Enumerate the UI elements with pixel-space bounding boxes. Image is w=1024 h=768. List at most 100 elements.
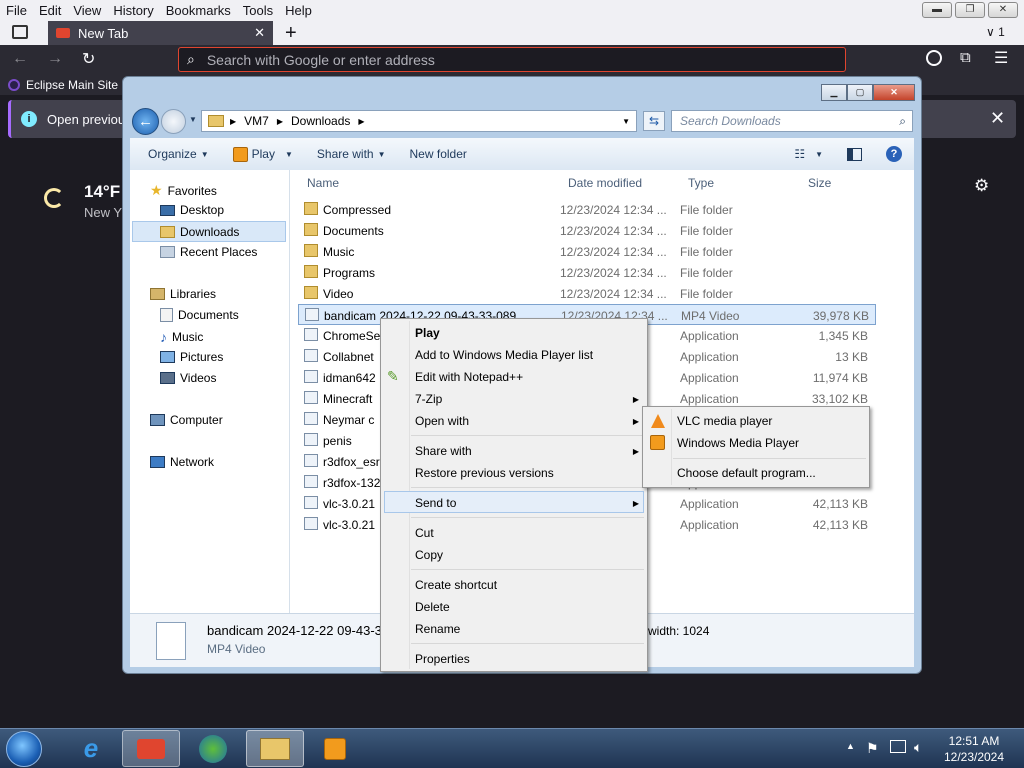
taskbar-explorer[interactable] xyxy=(246,730,304,767)
menu-share-with[interactable]: Share with xyxy=(415,444,472,458)
extensions-icon[interactable]: ⧉ xyxy=(960,49,971,66)
menu-bookmarks[interactable]: Bookmarks xyxy=(160,0,237,21)
menu-separator xyxy=(411,435,644,436)
nav-pictures[interactable]: Pictures xyxy=(160,350,223,364)
new-folder-button[interactable]: New folder xyxy=(398,147,479,161)
table-row[interactable]: Music 12/23/2024 12:34 ... File folder xyxy=(298,241,876,262)
menu-cut[interactable]: Cut xyxy=(415,526,434,540)
cell-name: Documents xyxy=(323,224,384,238)
column-size[interactable]: Size xyxy=(808,176,831,190)
nav-computer[interactable]: Computer xyxy=(150,413,223,427)
preview-pane-button[interactable] xyxy=(835,147,874,161)
tab-new-tab[interactable]: New Tab ✕ xyxy=(48,21,273,45)
tray-expand-icon[interactable]: ▲ xyxy=(846,741,855,751)
account-icon[interactable] xyxy=(926,50,942,66)
forward-arrow-icon[interactable]: → xyxy=(47,50,63,68)
column-date-modified[interactable]: Date modified xyxy=(568,176,642,190)
taskbar-firefox[interactable] xyxy=(122,730,180,767)
nav-favorites[interactable]: ★ Favorites xyxy=(150,182,217,199)
volume-muted-icon[interactable]: 🔈︎ xyxy=(914,739,922,756)
file-icon xyxy=(304,433,318,446)
openwith-choose-default[interactable]: Choose default program... xyxy=(677,466,816,480)
column-name[interactable]: Name xyxy=(307,176,339,190)
minimize-button[interactable]: ▬ xyxy=(922,2,952,18)
taskbar-internet-explorer[interactable]: e xyxy=(62,730,120,767)
tab-list-button[interactable]: ∨ 1 xyxy=(986,25,1005,39)
nav-network[interactable]: Network xyxy=(150,455,214,469)
hamburger-menu-icon[interactable]: ☰ xyxy=(994,48,1008,68)
menu-file[interactable]: File xyxy=(0,0,33,21)
settings-gear-icon[interactable]: ⚙ xyxy=(974,176,989,196)
tab-favicon-icon xyxy=(56,28,70,38)
submenu-arrow-icon: ▶ xyxy=(632,499,639,508)
explorer-forward-button[interactable] xyxy=(161,109,186,134)
reload-icon[interactable]: ↻ xyxy=(82,49,95,69)
start-button[interactable] xyxy=(6,731,42,767)
menu-7zip[interactable]: 7-Zip xyxy=(415,392,442,406)
table-row[interactable]: Programs 12/23/2024 12:34 ... File folder xyxy=(298,262,876,283)
url-bar[interactable]: ⌕ Search with Google or enter address xyxy=(178,47,846,72)
new-tab-plus-icon[interactable]: + xyxy=(285,22,297,45)
tab-close-icon[interactable]: ✕ xyxy=(254,25,265,41)
menu-copy[interactable]: Copy xyxy=(415,548,443,562)
explorer-minimize-button[interactable]: ▁ xyxy=(821,84,847,101)
menu-send-to[interactable]: Send to xyxy=(415,496,456,510)
nav-desktop[interactable]: Desktop xyxy=(160,203,224,217)
openwith-wmp[interactable]: Windows Media Player xyxy=(677,436,799,450)
menu-delete[interactable]: Delete xyxy=(415,600,450,614)
play-button[interactable]: Play ▼ xyxy=(221,146,305,162)
firefox-view-icon[interactable] xyxy=(12,25,28,39)
breadcrumb-downloads[interactable]: Downloads xyxy=(291,114,350,128)
taskbar-media-player[interactable] xyxy=(306,730,364,767)
menu-view[interactable]: View xyxy=(67,0,107,21)
menu-help[interactable]: Help xyxy=(279,0,318,21)
address-dropdown-icon[interactable]: ▼ xyxy=(622,117,630,126)
menu-edit[interactable]: Edit xyxy=(33,0,67,21)
menu-history[interactable]: History xyxy=(107,0,159,21)
menu-create-shortcut[interactable]: Create shortcut xyxy=(415,578,497,592)
view-options-button[interactable]: ☷ ▼ xyxy=(782,147,835,161)
address-bar[interactable]: ▶ VM7 ▶ Downloads ▶ ▼ xyxy=(201,110,637,132)
action-center-flag-icon[interactable]: ⚑ xyxy=(866,740,879,757)
nav-libraries[interactable]: Libraries xyxy=(150,287,216,301)
menu-edit-notepadpp[interactable]: Edit with Notepad++ xyxy=(415,370,523,384)
nav-documents[interactable]: Documents xyxy=(160,308,239,322)
tray-clock[interactable]: 12:51 AM 12/23/2024 xyxy=(936,733,1012,765)
menu-add-wmp-list[interactable]: Add to Windows Media Player list xyxy=(415,348,593,362)
share-with-button[interactable]: Share with ▼ xyxy=(305,147,398,161)
explorer-back-button[interactable]: ← xyxy=(132,108,159,135)
nav-music[interactable]: ♪ Music xyxy=(160,329,203,345)
recent-places-icon xyxy=(160,246,175,258)
breadcrumb-vm7[interactable]: VM7 xyxy=(244,114,269,128)
bookmark-eclipse[interactable]: Eclipse Main Site xyxy=(26,78,118,92)
nav-videos[interactable]: Videos xyxy=(160,371,216,385)
nav-downloads[interactable]: Downloads xyxy=(132,221,286,242)
network-tray-icon[interactable] xyxy=(890,740,906,753)
menu-tools[interactable]: Tools xyxy=(237,0,279,21)
nav-recent-places[interactable]: Recent Places xyxy=(160,245,257,259)
column-type[interactable]: Type xyxy=(688,176,714,190)
help-button[interactable]: ? xyxy=(874,146,914,162)
ie-icon: e xyxy=(83,733,99,763)
restore-button[interactable]: ❐ xyxy=(955,2,985,18)
menu-restore-previous[interactable]: Restore previous versions xyxy=(415,466,554,480)
table-row[interactable]: Video 12/23/2024 12:34 ... File folder xyxy=(298,283,876,304)
table-row[interactable]: Compressed 12/23/2024 12:34 ... File folde… xyxy=(298,199,876,220)
close-button[interactable]: ✕ xyxy=(988,2,1018,18)
back-arrow-icon[interactable]: ← xyxy=(12,50,28,68)
menu-open-with[interactable]: Open with xyxy=(415,414,469,428)
refresh-icon[interactable]: ⇆ xyxy=(643,111,665,131)
taskbar-download-manager[interactable] xyxy=(184,730,242,767)
openwith-vlc[interactable]: VLC media player xyxy=(677,414,772,428)
table-row[interactable]: Documents 12/23/2024 12:34 ... File folder xyxy=(298,220,876,241)
details-frame-width: width: 1024 xyxy=(648,624,710,638)
menu-play[interactable]: Play xyxy=(415,326,440,340)
explorer-maximize-button[interactable]: ▢ xyxy=(847,84,873,101)
history-dropdown-icon[interactable]: ▼ xyxy=(189,115,197,124)
menu-rename[interactable]: Rename xyxy=(415,622,460,636)
explorer-close-button[interactable]: ✕ xyxy=(873,84,915,101)
search-downloads-input[interactable]: Search Downloads ⌕ xyxy=(671,110,913,132)
notice-close-icon[interactable]: ✕ xyxy=(990,108,1005,129)
menu-properties[interactable]: Properties xyxy=(415,652,470,666)
organize-button[interactable]: Organize ▼ xyxy=(130,147,221,161)
